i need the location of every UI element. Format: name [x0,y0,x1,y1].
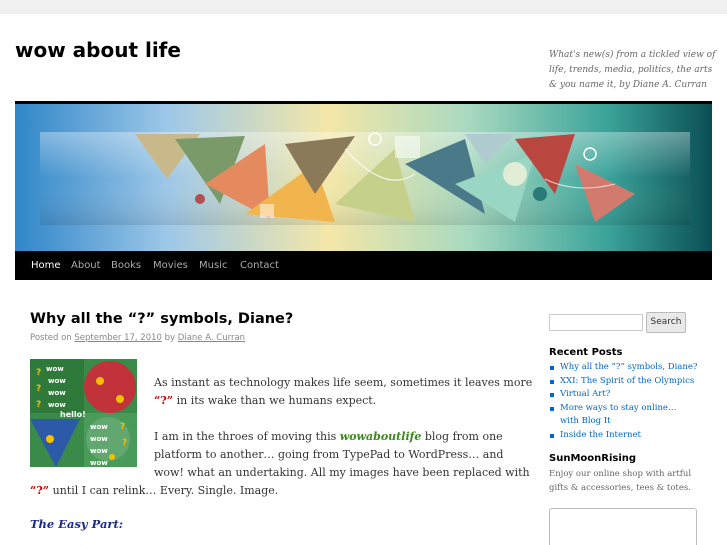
main-navigation: Home About Books Movies Music Contact [15,251,712,280]
author-link[interactable]: Diane A. Curran [178,333,245,343]
post-thumbnail-image: ? ? ? ? ? wow wow wow wow hello! wow wow… [30,359,137,467]
by-label: by [164,333,176,343]
svg-text:wow: wow [90,435,108,443]
svg-text:?: ? [36,384,41,394]
paragraph-2-line-1-end: blog from one [421,430,503,443]
post-title[interactable]: Why all the “?” symbols, Diane? [30,311,293,327]
nav-movies[interactable]: Movies [153,251,188,280]
recent-post-link[interactable]: Why all the “?” symbols, Diane? [549,361,714,375]
nav-books[interactable]: Books [111,251,141,280]
paragraph-2-line-4: until I can relink… Every. Single. Image… [49,484,279,497]
post-date-link[interactable]: September 17, 2010 [74,333,162,343]
svg-text:wow: wow [90,423,108,431]
post-subheading: The Easy Part: [30,517,124,531]
recent-post-link[interactable]: Inside the Internet [549,429,714,443]
paragraph-2-line-3: wow! what an undertaking. All my images … [154,466,530,479]
post-meta: Posted on September 17, 2010 by Diane A.… [30,333,245,343]
page-wrapper: wow about life What's new(s) from a tick… [0,14,727,545]
post-paragraph-2-tail: “?” until I can relink… Every. Single. I… [30,482,278,500]
blog-name-emphasis: wowaboutlife [339,430,422,443]
site-description: What's new(s) from a tickled view of lif… [549,50,716,90]
paragraph-1-line-2: in its wake than we humans expect. [173,394,377,407]
paragraph-2-line-2: platform to another… going from TypePad … [154,448,504,461]
header-banner-image[interactable] [15,104,712,251]
search-button[interactable]: Search [646,312,686,333]
svg-text:?: ? [36,400,41,410]
nav-home[interactable]: Home [31,251,61,280]
svg-text:?: ? [122,438,127,448]
question-mark-symbol: “?” [154,394,174,407]
post-paragraph-1: As instant as technology makes life seem… [154,374,532,410]
posted-on-label: Posted on [30,333,72,343]
paragraph-1-line-1: As instant as technology makes life seem… [154,376,533,389]
svg-text:?: ? [120,422,125,432]
svg-text:?: ? [36,368,41,378]
svg-text:wow: wow [90,459,108,467]
recent-posts-title: Recent Posts [549,347,623,358]
recent-post-link[interactable]: XXI: The Spirit of the Olympics [549,375,714,389]
svg-text:wow: wow [48,401,66,409]
post-paragraph-2-lead: I am in the throes of moving this wowabo… [154,428,530,482]
site-title[interactable]: wow about life [15,38,181,62]
nav-contact[interactable]: Contact [240,251,279,280]
nav-music[interactable]: Music [199,251,227,280]
svg-text:wow: wow [48,389,66,397]
sunmoonrising-title: SunMoonRising [549,453,637,464]
shop-widget-box[interactable] [549,508,697,545]
sunmoonrising-text: Enjoy our online shop with artful gifts … [549,469,692,493]
recent-posts-list: Why all the “?” symbols, Diane? XXI: The… [549,361,714,442]
recent-post-link[interactable]: Virtual Art? [549,388,714,402]
nav-about[interactable]: About [71,251,101,280]
svg-text:wow: wow [46,365,64,373]
question-mark-symbol: “?” [30,484,50,497]
search-input[interactable] [549,314,643,331]
recent-post-link[interactable]: More ways to stay online… with Blog It [549,402,684,429]
svg-text:wow: wow [90,447,108,455]
svg-text:wow: wow [48,377,66,385]
svg-text:hello!: hello! [60,410,86,419]
paragraph-2-line-1-start: I am in the throes of moving this [154,430,340,443]
